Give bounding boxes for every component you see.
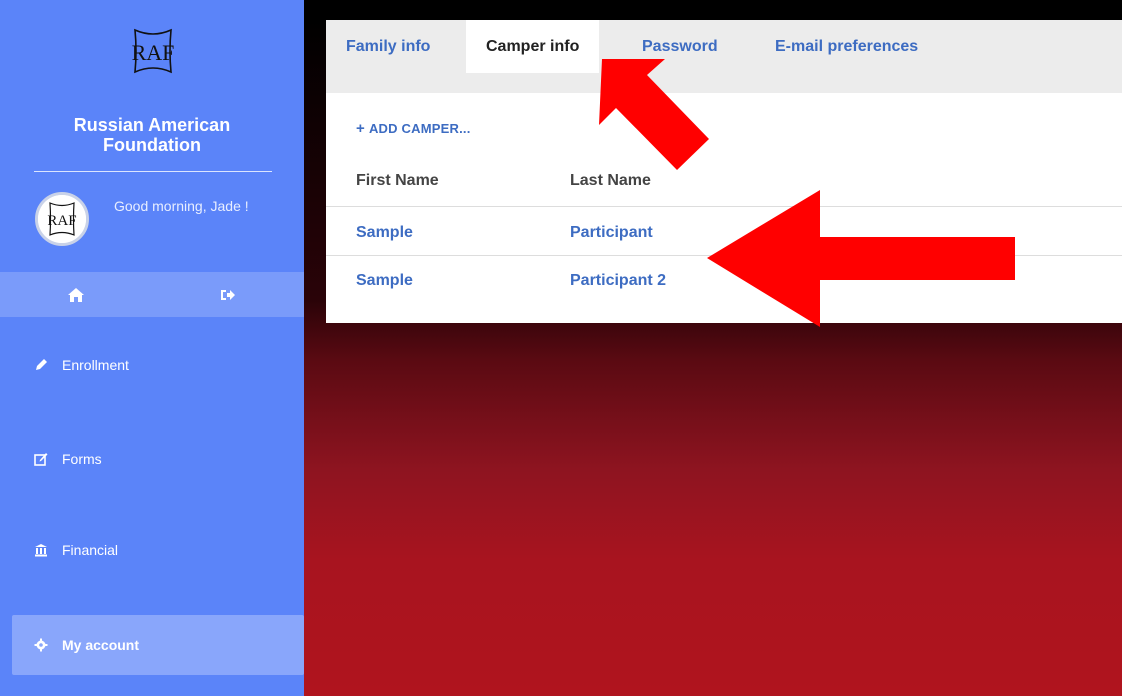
tab-bar: Family info Camper info Password E-mail … xyxy=(326,20,1122,93)
account-panel: Family info Camper info Password E-mail … xyxy=(326,20,1122,323)
svg-text:RAF: RAF xyxy=(47,213,76,229)
camper-first-name[interactable]: Sample xyxy=(356,272,413,290)
row-divider xyxy=(326,255,1122,256)
camper-first-name[interactable]: Sample xyxy=(356,224,413,242)
header-divider xyxy=(326,206,1122,207)
edit-icon xyxy=(34,453,48,466)
avatar[interactable]: RAF xyxy=(35,192,89,246)
home-icon[interactable] xyxy=(67,286,85,304)
nav-financial[interactable]: Financial xyxy=(12,520,304,580)
sidebar: RAF Russian American Foundation RAF Good… xyxy=(0,0,304,696)
bank-icon xyxy=(35,544,47,557)
tab-family-info[interactable]: Family info xyxy=(346,20,430,73)
plus-icon: + xyxy=(356,120,365,137)
pencil-icon xyxy=(36,359,47,370)
avatar-logo: RAF xyxy=(38,195,86,243)
tab-camper-info[interactable]: Camper info xyxy=(466,20,600,73)
svg-text:RAF: RAF xyxy=(132,40,175,65)
sign-out-icon[interactable] xyxy=(219,286,237,304)
gear-icon xyxy=(34,638,48,652)
nav-my-account[interactable]: My account xyxy=(12,615,304,675)
quick-actions-bar xyxy=(0,272,304,317)
tab-password[interactable]: Password xyxy=(642,20,718,73)
nav-label: Financial xyxy=(62,542,119,558)
camper-last-name[interactable]: Participant xyxy=(570,224,653,242)
column-header-first-name: First Name xyxy=(356,172,439,189)
tab-email-preferences[interactable]: E-mail preferences xyxy=(775,20,918,73)
nav-forms[interactable]: Forms xyxy=(12,429,304,489)
nav-label: My account xyxy=(62,637,140,653)
raf-logo: RAF xyxy=(132,28,175,74)
greeting-text: Good morning, Jade ! xyxy=(114,198,249,214)
nav-label: Forms xyxy=(62,451,102,467)
org-name: Russian American Foundation xyxy=(73,115,231,155)
column-header-last-name: Last Name xyxy=(570,172,651,189)
divider xyxy=(34,171,272,172)
nav-label: Enrollment xyxy=(62,357,129,373)
camper-last-name[interactable]: Participant 2 xyxy=(570,272,666,290)
nav-enrollment[interactable]: Enrollment xyxy=(12,335,304,395)
add-camper-button[interactable]: + ADD CAMPER... xyxy=(356,120,471,137)
add-camper-label: ADD CAMPER... xyxy=(368,121,471,136)
